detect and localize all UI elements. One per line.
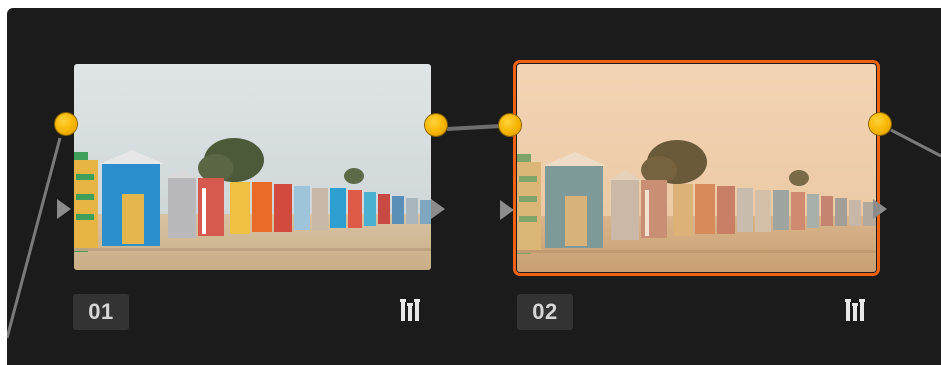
- node-02-thumbnail: [517, 64, 876, 272]
- node-01[interactable]: [74, 64, 431, 270]
- node-01-thumbnail: [74, 64, 431, 270]
- node-02-output-dot[interactable]: [869, 113, 891, 135]
- node-01-input-dot[interactable]: [55, 113, 77, 135]
- node-editor-panel[interactable]: 01 02: [7, 8, 941, 365]
- link-01-to-02: [446, 124, 502, 131]
- node-02-input-arrow-icon[interactable]: [500, 200, 514, 220]
- node-02-label: 02: [517, 294, 573, 330]
- node-01-output-arrow-icon[interactable]: [431, 199, 445, 219]
- node-02-input-dot[interactable]: [499, 114, 521, 136]
- outgoing-link: [890, 128, 941, 158]
- node-01-bars-icon[interactable]: [400, 298, 420, 322]
- node-01-label: 01: [73, 294, 129, 330]
- node-02-bars-icon[interactable]: [845, 298, 865, 322]
- node-01-input-arrow-icon[interactable]: [57, 199, 71, 219]
- node-02[interactable]: [513, 60, 880, 276]
- node-01-output-dot[interactable]: [425, 114, 447, 136]
- incoming-link: [7, 137, 62, 339]
- node-02-output-arrow-icon[interactable]: [873, 199, 887, 219]
